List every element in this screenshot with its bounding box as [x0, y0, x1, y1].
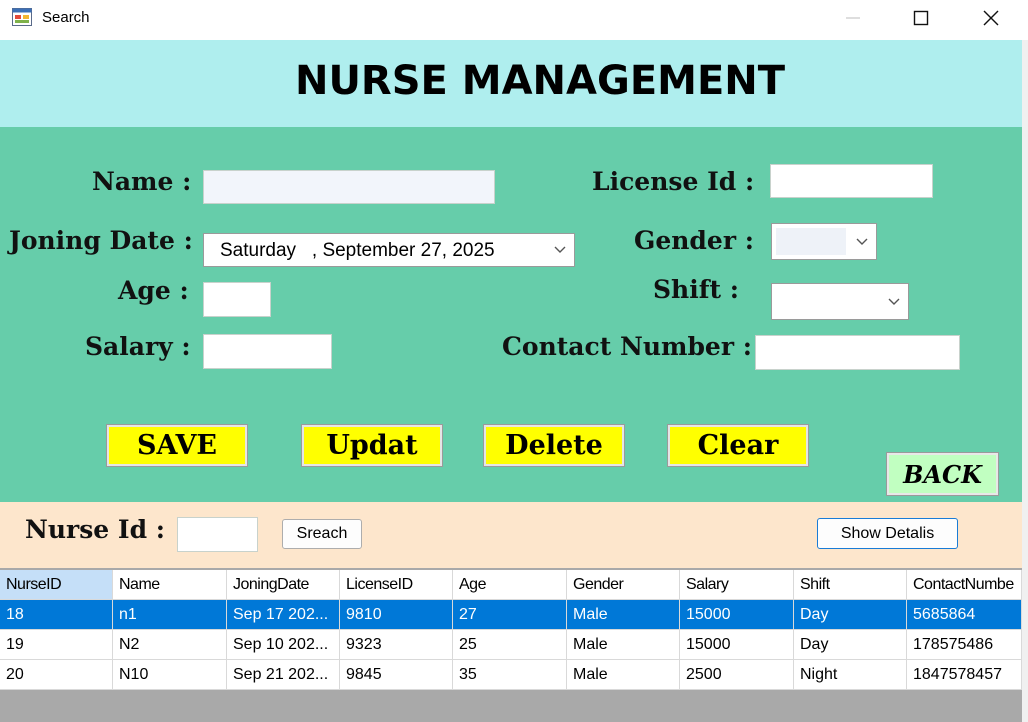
table-cell[interactable]: 9323: [340, 630, 453, 660]
table-cell[interactable]: Day: [794, 600, 907, 630]
salary-label: Salary :: [85, 332, 191, 361]
joining-date-picker[interactable]: Saturday , September 27, 2025: [203, 233, 575, 267]
age-input[interactable]: [203, 282, 271, 317]
table-cell[interactable]: 25: [453, 630, 567, 660]
table-cell[interactable]: Male: [567, 630, 680, 660]
maximize-icon: [913, 10, 929, 26]
table-cell[interactable]: 15000: [680, 630, 794, 660]
app-form-icon: [12, 8, 32, 26]
delete-button[interactable]: Delete: [483, 424, 625, 467]
update-button[interactable]: Updat: [301, 424, 443, 467]
contact-number-input[interactable]: [755, 335, 960, 370]
clear-button[interactable]: Clear: [667, 424, 809, 467]
search-panel: Nurse Id : Sreach Show Detalis: [0, 502, 1022, 568]
column-header[interactable]: NurseID: [0, 570, 113, 600]
license-id-input[interactable]: [770, 164, 933, 198]
table-cell[interactable]: 18: [0, 600, 113, 630]
back-button[interactable]: BACK: [886, 452, 999, 496]
joining-date-label: Joning Date :: [9, 226, 193, 255]
table-row[interactable]: 20 N10 Sep 21 202... 9845 35 Male 2500 Night 184…: [0, 660, 1022, 690]
age-label: Age :: [118, 276, 189, 305]
show-details-button[interactable]: Show Detalis: [817, 518, 958, 549]
nurse-id-label: Nurse Id :: [25, 515, 165, 544]
table-cell[interactable]: 9845: [340, 660, 453, 690]
nurse-form: Name : License Id : Joning Date : Saturd…: [0, 127, 1022, 502]
table-cell[interactable]: n1: [113, 600, 227, 630]
nurse-id-input[interactable]: [177, 517, 258, 552]
minimize-icon: [846, 17, 860, 19]
table-cell[interactable]: 15000: [680, 600, 794, 630]
table-cell[interactable]: 2500: [680, 660, 794, 690]
chevron-down-icon: [856, 238, 868, 245]
table-row[interactable]: 19 N2 Sep 10 202... 9323 25 Male 15000 Day 17857…: [0, 630, 1022, 660]
gender-label: Gender :: [634, 226, 754, 255]
table-cell[interactable]: Sep 17 202...: [227, 600, 340, 630]
window-title: Search: [42, 9, 90, 26]
shift-label: Shift :: [653, 275, 739, 304]
search-button[interactable]: Sreach: [282, 519, 362, 549]
column-header[interactable]: Name: [113, 570, 227, 600]
table-cell[interactable]: 20: [0, 660, 113, 690]
table-cell[interactable]: N2: [113, 630, 227, 660]
column-header[interactable]: Salary: [680, 570, 794, 600]
page-title: NURSE MANAGEMENT: [294, 58, 786, 104]
table-cell[interactable]: Night: [794, 660, 907, 690]
license-id-label: License Id :: [592, 167, 755, 196]
table-cell[interactable]: Male: [567, 600, 680, 630]
chevron-down-icon: [888, 298, 900, 305]
table-cell[interactable]: 5685864: [907, 600, 1022, 630]
window-titlebar: Search: [0, 0, 1028, 40]
table-cell[interactable]: Sep 21 202...: [227, 660, 340, 690]
table-cell[interactable]: Male: [567, 660, 680, 690]
column-header[interactable]: LicenseID: [340, 570, 453, 600]
table-cell[interactable]: 9810: [340, 600, 453, 630]
table-header-row[interactable]: NurseID Name JoningDate LicenseID Age Gender S…: [0, 570, 1022, 600]
table-cell[interactable]: 27: [453, 600, 567, 630]
salary-input[interactable]: [203, 334, 332, 369]
name-label: Name :: [92, 167, 192, 196]
table-cell[interactable]: 178575486: [907, 630, 1022, 660]
shift-select[interactable]: [771, 283, 909, 320]
save-button[interactable]: SAVE: [106, 424, 248, 467]
close-button[interactable]: [956, 0, 1026, 36]
name-input[interactable]: [203, 170, 495, 204]
window-edge: [1022, 40, 1028, 722]
table-cell[interactable]: 19: [0, 630, 113, 660]
column-header[interactable]: Gender: [567, 570, 680, 600]
table-cell[interactable]: 1847578457: [907, 660, 1022, 690]
contact-number-label: Contact Number :: [502, 332, 752, 361]
column-header[interactable]: Shift: [794, 570, 907, 600]
minimize-button[interactable]: [818, 0, 888, 36]
table-cell[interactable]: N10: [113, 660, 227, 690]
table-cell[interactable]: Day: [794, 630, 907, 660]
joining-date-value: Saturday , September 27, 2025: [220, 240, 495, 261]
nurse-table[interactable]: NurseID Name JoningDate LicenseID Age Gender S…: [0, 568, 1022, 722]
table-row[interactable]: 18 n1 Sep 17 202... 9810 27 Male 15000 Day 56858…: [0, 600, 1022, 630]
gender-value: [776, 228, 846, 255]
table-cell[interactable]: Sep 10 202...: [227, 630, 340, 660]
column-header[interactable]: ContactNumbe: [907, 570, 1022, 600]
maximize-button[interactable]: [886, 0, 956, 36]
close-icon: [983, 10, 999, 26]
column-header[interactable]: JoningDate: [227, 570, 340, 600]
chevron-down-icon: [554, 246, 566, 253]
header-banner: NURSE MANAGEMENT: [0, 40, 1022, 127]
gender-select[interactable]: [771, 223, 877, 260]
table-cell[interactable]: 35: [453, 660, 567, 690]
column-header[interactable]: Age: [453, 570, 567, 600]
